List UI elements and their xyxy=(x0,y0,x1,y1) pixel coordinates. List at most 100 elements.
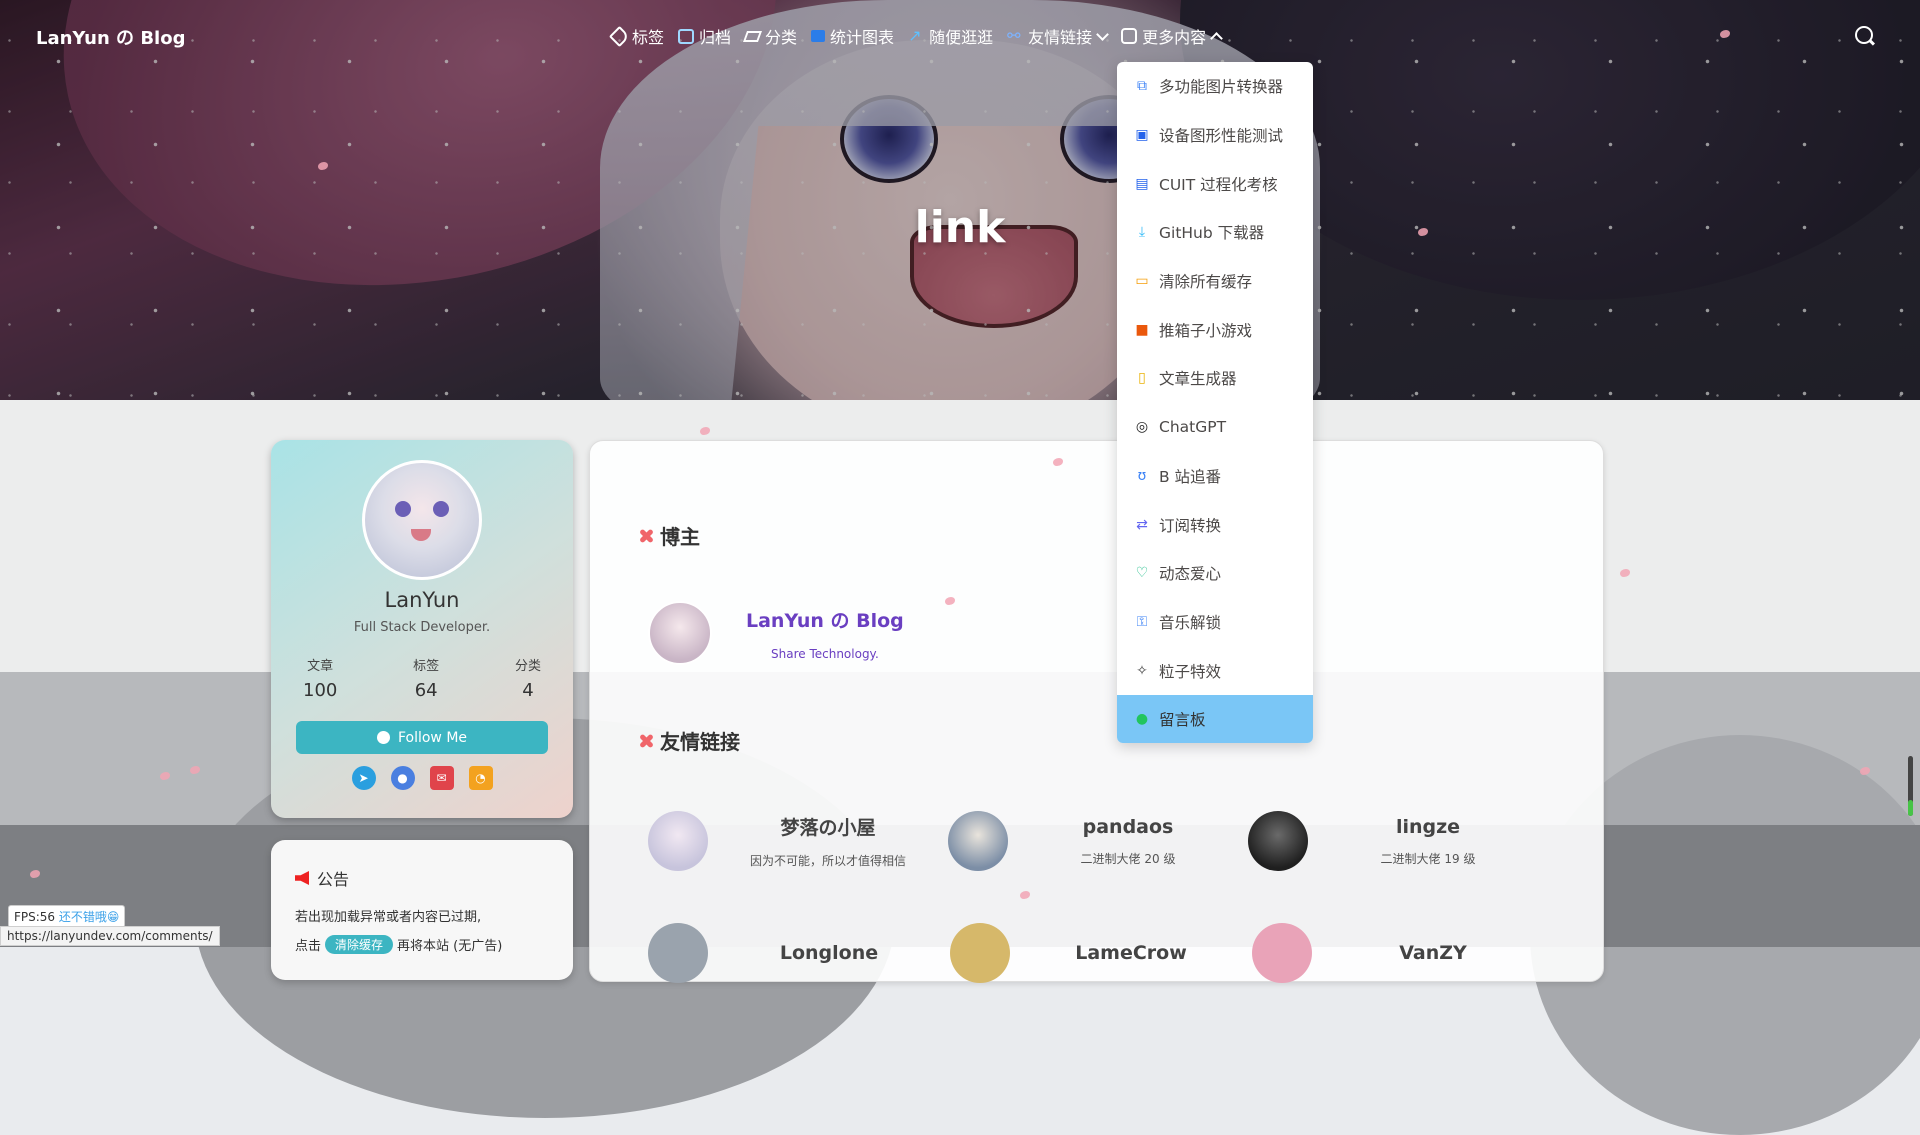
menu-item-guestbook[interactable]: ● 留言板 xyxy=(1117,694,1313,743)
mail-icon[interactable]: ✉ xyxy=(429,766,454,790)
link-icon: ⚯ xyxy=(1007,26,1021,45)
friend-links-grid: 梦落の小屋 因为不可能，所以才值得相信 pandaos 二进制大佬 20 级 l… xyxy=(648,811,1548,983)
menu-item-label: 推箱子小游戏 xyxy=(1159,321,1253,340)
menu-item-clear-cache[interactable]: ▭ 清除所有缓存 xyxy=(1117,257,1313,306)
sparkle-icon: ✧ xyxy=(1136,662,1148,679)
nav-item-random[interactable]: ↗ 随便逛逛 xyxy=(908,24,993,48)
clear-cache-button[interactable]: 清除缓存 xyxy=(325,935,394,954)
telegram-icon[interactable]: ➤ xyxy=(351,766,376,790)
nav-item-charts[interactable]: 统计图表 xyxy=(811,24,894,48)
friend-avatar xyxy=(950,923,1010,983)
menu-item-image-converter[interactable]: ⧉ 多功能图片转换器 xyxy=(1117,62,1313,111)
menu-item-label: 粒子特效 xyxy=(1159,662,1222,681)
friend-info: LameCrow xyxy=(1010,942,1252,964)
github-icon[interactable]: ● xyxy=(390,766,415,790)
friend-card[interactable]: 梦落の小屋 因为不可能，所以才值得相信 xyxy=(648,811,948,871)
tag-icon xyxy=(608,25,631,47)
nav-item-tags[interactable]: 标签 xyxy=(608,24,665,48)
message-icon: ● xyxy=(1135,711,1149,728)
nav-item-label: 归档 xyxy=(699,28,732,47)
basket-icon: ▭ xyxy=(1135,273,1149,290)
menu-item-label: 多功能图片转换器 xyxy=(1159,78,1284,97)
nav-item-label: 随便逛逛 xyxy=(929,28,994,47)
announcement-card: 公告 若出现加载异常或者内容已过期, 点击 清除缓存 再将本站 (无广告) xyxy=(271,840,573,980)
announcement-title: 公告 xyxy=(295,866,573,890)
nav-item-label: 更多内容 xyxy=(1142,28,1207,47)
fps-value: FPS:56 xyxy=(14,910,56,924)
page-scrollbar[interactable] xyxy=(1908,756,1913,816)
friend-card[interactable]: pandaos 二进制大佬 20 级 xyxy=(948,811,1248,871)
author-card: LanYun Full Stack Developer. 文章 100 标签 6… xyxy=(271,440,573,818)
box-icon: ■ xyxy=(1135,321,1149,338)
stat-articles[interactable]: 文章 100 xyxy=(303,655,337,701)
stat-label: 标签 xyxy=(413,659,440,674)
cup-icon: ▯ xyxy=(1138,370,1146,387)
announcement-text-2: 点击 清除缓存 再将本站 (无广告) xyxy=(295,935,573,954)
announcement-title-text: 公告 xyxy=(317,870,350,889)
nav-item-label: 标签 xyxy=(632,28,665,47)
menu-item-particles[interactable]: ✧ 粒子特效 xyxy=(1117,646,1313,695)
stat-value: 100 xyxy=(303,680,338,701)
main-content-card: 博主 LanYun の Blog Share Technology. 友情链接 … xyxy=(589,440,1604,983)
friend-info: pandaos 二进制大佬 20 级 xyxy=(1008,816,1248,867)
blogger-heading: 博主 xyxy=(638,521,700,550)
menu-item-article-generator[interactable]: ▯ 文章生成器 xyxy=(1117,354,1313,403)
blogger-blog-name: LanYun の Blog xyxy=(746,609,904,632)
pin-icon xyxy=(638,528,654,544)
friend-row: 梦落の小屋 因为不可能，所以才值得相信 pandaos 二进制大佬 20 级 l… xyxy=(648,811,1548,871)
nav-item-archive[interactable]: 归档 xyxy=(678,24,731,48)
blogger-link[interactable]: LanYun の Blog Share Technology. xyxy=(648,601,904,665)
friend-card[interactable]: lingze 二进制大佬 19 级 xyxy=(1248,811,1548,871)
fps-comment: 还不错哦😁 xyxy=(58,910,120,924)
swap-icon: ⇄ xyxy=(1136,516,1148,533)
more-icon xyxy=(1121,28,1138,44)
menu-item-sokoban[interactable]: ■ 推箱子小游戏 xyxy=(1117,305,1313,354)
menu-item-bilibili[interactable]: ʊ B 站追番 xyxy=(1117,452,1313,501)
friend-card[interactable]: LameCrow xyxy=(950,923,1252,983)
menu-item-heart[interactable]: ♡ 动态爱心 xyxy=(1117,549,1313,598)
menu-item-chatgpt[interactable]: ◎ ChatGPT xyxy=(1117,403,1313,452)
stat-label: 分类 xyxy=(514,659,541,674)
menu-item-label: 清除所有缓存 xyxy=(1159,273,1253,292)
megaphone-icon xyxy=(295,871,309,885)
friend-desc: 二进制大佬 19 级 xyxy=(1380,851,1476,866)
blogger-heading-text: 博主 xyxy=(660,525,700,549)
blogger-avatar xyxy=(648,601,712,665)
rss-icon[interactable]: ◔ xyxy=(468,766,493,790)
chip-icon: ▣ xyxy=(1135,127,1149,144)
friend-desc: 因为不可能，所以才值得相信 xyxy=(749,854,906,868)
heart-icon: ♡ xyxy=(1135,565,1149,582)
link-hover-url: https://lanyundev.com/comments/ xyxy=(0,926,220,946)
friend-name: VanZY xyxy=(1399,942,1467,964)
stat-value: 4 xyxy=(522,680,534,701)
friend-name: pandaos xyxy=(1082,815,1174,838)
search-icon[interactable] xyxy=(1855,26,1873,44)
friend-card[interactable]: VanZY xyxy=(1252,923,1554,983)
friend-card[interactable]: Longlone xyxy=(648,923,950,983)
chevron-up-icon xyxy=(1210,31,1223,45)
menu-item-label: 订阅转换 xyxy=(1159,516,1222,535)
nav-item-categories[interactable]: 分类 xyxy=(743,24,798,48)
friend-info: 梦落の小屋 因为不可能，所以才值得相信 xyxy=(708,813,948,869)
nav-item-label: 分类 xyxy=(765,28,798,47)
author-description: Full Stack Developer. xyxy=(353,620,491,635)
menu-item-gpu-test[interactable]: ▣ 设备图形性能测试 xyxy=(1117,111,1313,160)
image-convert-icon: ⧉ xyxy=(1137,78,1147,95)
nav-item-friends[interactable]: ⚯ 友情链接 xyxy=(1007,24,1109,48)
menu-item-label: GitHub 下载器 xyxy=(1159,224,1265,243)
menu-item-music-unlock[interactable]: ⚿ 音乐解锁 xyxy=(1117,598,1313,647)
friend-avatar xyxy=(948,811,1008,871)
more-dropdown-menu: ⧉ 多功能图片转换器 ▣ 设备图形性能测试 ▤ CUIT 过程化考核 ⤓ Git… xyxy=(1117,62,1313,743)
friend-name: 梦落の小屋 xyxy=(780,817,876,839)
nav-item-more[interactable]: 更多内容 xyxy=(1121,24,1223,48)
stat-tags[interactable]: 标签 64 xyxy=(413,655,439,701)
avatar[interactable] xyxy=(362,460,482,580)
site-brand[interactable]: LanYun の Blog xyxy=(36,24,185,50)
menu-item-subscription[interactable]: ⇄ 订阅转换 xyxy=(1117,500,1313,549)
chat-icon: ◎ xyxy=(1135,419,1149,436)
follow-label: Follow Me xyxy=(397,729,468,746)
stat-categories[interactable]: 分类 4 xyxy=(515,655,541,701)
menu-item-github-downloader[interactable]: ⤓ GitHub 下载器 xyxy=(1117,208,1313,257)
follow-me-button[interactable]: Follow Me xyxy=(296,721,548,754)
menu-item-cuit[interactable]: ▤ CUIT 过程化考核 xyxy=(1117,159,1313,208)
